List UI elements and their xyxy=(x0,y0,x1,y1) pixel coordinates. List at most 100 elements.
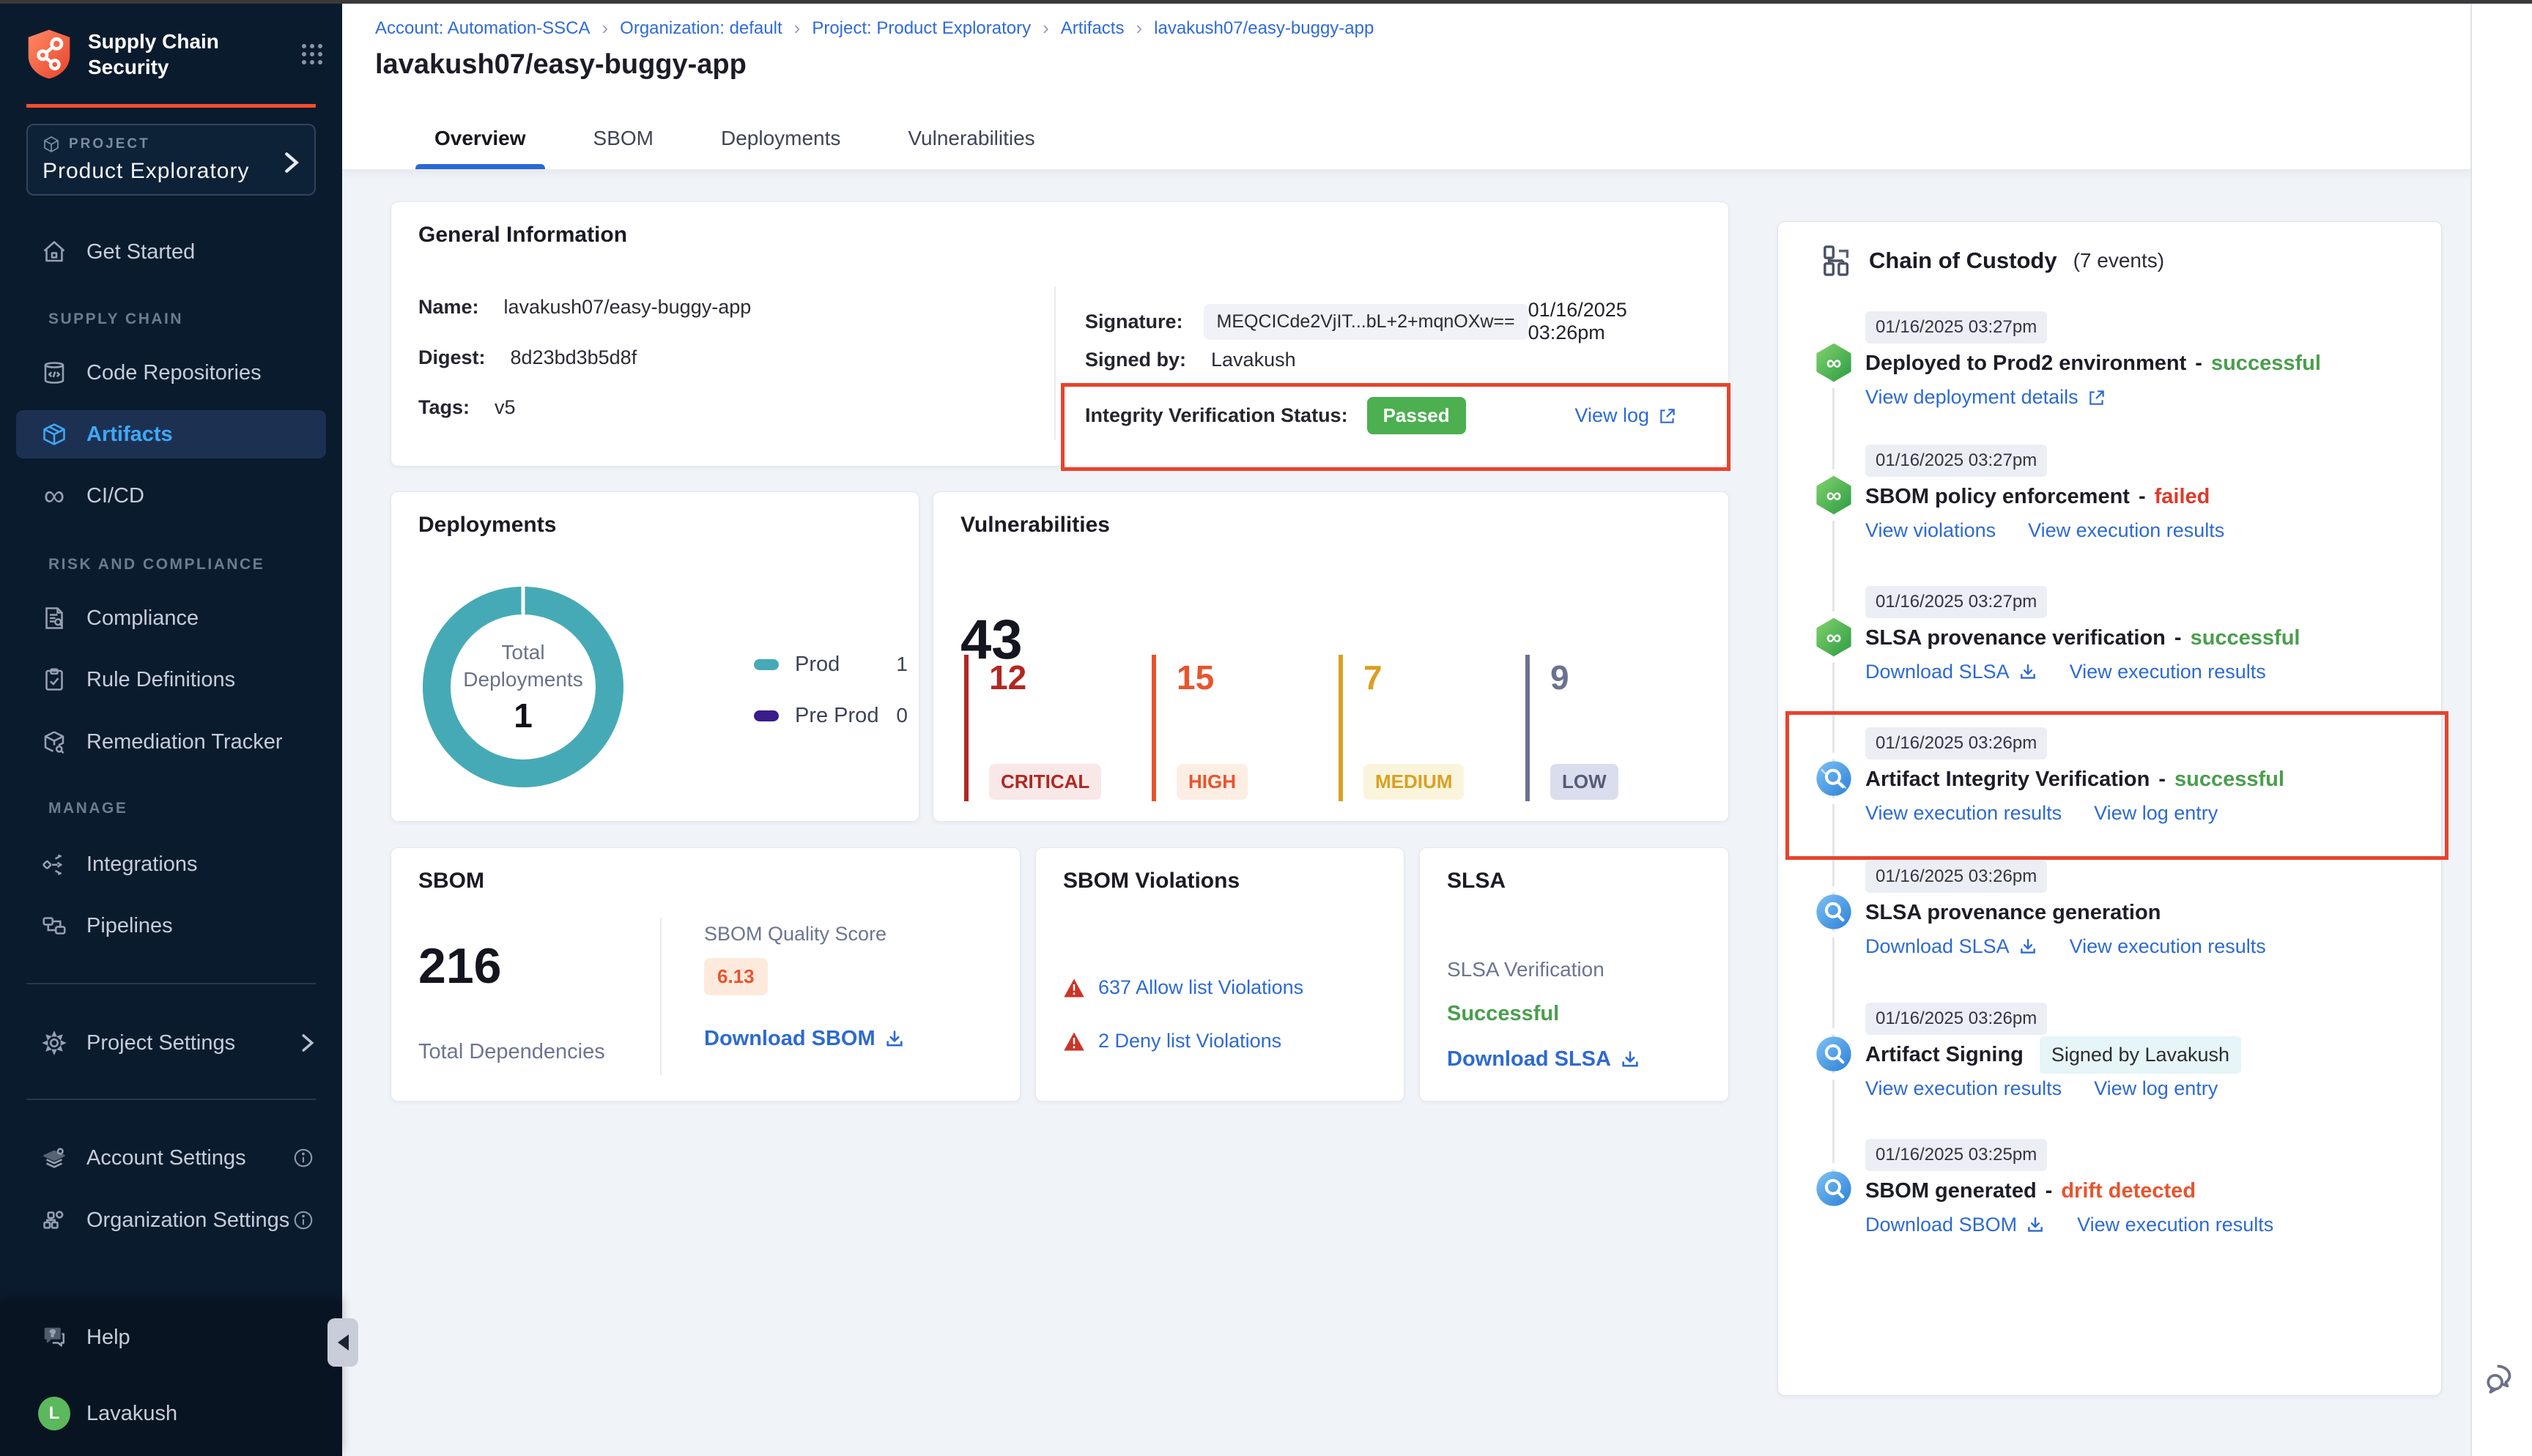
event-timestamp: 01/16/2025 03:27pm xyxy=(1865,445,2047,477)
download-icon xyxy=(884,1029,905,1050)
sidebar: Supply ChainSecurity PROJECT Product Exp… xyxy=(0,0,342,1456)
integrations-icon xyxy=(38,851,70,877)
download-slsa-link[interactable]: Download SLSA xyxy=(1865,661,2037,683)
legend-swatch-pre-prod xyxy=(754,710,779,721)
sidebar-divider xyxy=(26,1099,316,1100)
download-slsa-link[interactable]: Download SLSA xyxy=(1865,935,2037,958)
chain-event-artifact-integrity: 01/16/2025 03:26pm Artifact Integrity Ve… xyxy=(1865,727,2415,825)
tab-overview[interactable]: Overview xyxy=(415,108,545,169)
sidebar-item-label: Pipelines xyxy=(86,914,173,938)
sidebar-item-account-settings[interactable]: Account Settings xyxy=(16,1134,326,1182)
sidebar-item-label: Remediation Tracker xyxy=(86,730,283,754)
chain-title: Chain of Custody xyxy=(1869,248,2057,274)
layers-gear-icon xyxy=(38,1145,70,1171)
deny-list-violations-link[interactable]: 2 Deny list Violations xyxy=(1098,1030,1281,1052)
chat-support-icon[interactable] xyxy=(2484,1360,2520,1397)
sidebar-collapse-handle[interactable] xyxy=(327,1318,358,1367)
field-name: Name: lavakush07/easy-buggy-app xyxy=(418,296,751,319)
tab-sbom[interactable]: SBOM xyxy=(574,108,673,169)
tab-vulnerabilities[interactable]: Vulnerabilities xyxy=(889,108,1054,169)
sidebar-item-cicd[interactable]: ∞ CI/CD xyxy=(16,472,326,520)
signed-by-chip: Signed by Lavakush xyxy=(2040,1036,2241,1074)
chain-event-sbom-generated: 01/16/2025 03:25pm SBOM generated - drif… xyxy=(1865,1139,2415,1236)
event-title: Artifact Integrity Verification - succes… xyxy=(1865,762,2415,796)
sidebar-item-label: Compliance xyxy=(86,606,199,631)
event-status: successful xyxy=(2191,626,2300,650)
chain-event-artifact-signing: 01/16/2025 03:26pm Artifact Signing Sign… xyxy=(1865,1003,2415,1100)
module-grid-icon[interactable] xyxy=(301,43,323,65)
view-deployment-details-link[interactable]: View deployment details xyxy=(1865,386,2106,409)
view-execution-results-link[interactable]: View execution results xyxy=(2077,1214,2273,1236)
download-slsa-link[interactable]: Download SLSA xyxy=(1447,1047,1640,1071)
card-title: SBOM xyxy=(418,869,484,894)
tab-deployments[interactable]: Deployments xyxy=(702,108,859,169)
slsa-verification-label: SLSA Verification xyxy=(1447,958,1604,981)
view-execution-results-link[interactable]: View execution results xyxy=(1865,802,2062,825)
pipelines-icon xyxy=(38,913,70,939)
org-tree-gear-icon xyxy=(38,1207,70,1233)
breadcrumb-artifacts[interactable]: Artifacts xyxy=(1061,18,1125,39)
signature-chip: MEQCICde2VjIT...bL+2+mqnOXw== xyxy=(1204,304,1528,340)
deployments-legend: Prod 1 Pre Prod 0 xyxy=(754,639,908,741)
vertical-divider xyxy=(1054,286,1056,440)
sidebar-item-organization-settings[interactable]: Organization Settings xyxy=(16,1196,326,1244)
allow-list-violations-link[interactable]: 637 Allow list Violations xyxy=(1098,976,1303,999)
breadcrumb-separator: › xyxy=(601,17,608,40)
sidebar-item-label: Project Settings xyxy=(86,1031,235,1055)
sidebar-item-pipelines[interactable]: Pipelines xyxy=(16,902,326,950)
svg-text:?: ? xyxy=(50,1329,55,1339)
view-execution-results-link[interactable]: View execution results xyxy=(2028,519,2224,542)
card-title: SLSA xyxy=(1447,869,1506,894)
view-execution-results-link[interactable]: View execution results xyxy=(2070,935,2266,958)
sidebar-item-get-started[interactable]: Get Started xyxy=(16,228,326,276)
scs-scan-event-icon xyxy=(1814,759,1854,798)
breadcrumb-project[interactable]: Project: Product Exploratory xyxy=(812,18,1031,39)
sidebar-item-integrations[interactable]: Integrations xyxy=(16,840,326,888)
pipeline-event-icon: ∞ xyxy=(1814,475,1854,515)
cube-icon xyxy=(42,135,60,153)
sidebar-item-artifacts[interactable]: Artifacts xyxy=(16,410,326,458)
sidebar-item-project-settings[interactable]: Project Settings xyxy=(16,1019,326,1067)
donut-center-label: Total Deployments xyxy=(457,639,589,693)
sbom-quality-score: 6.13 xyxy=(704,958,768,995)
view-execution-results-link[interactable]: View execution results xyxy=(1865,1077,2062,1100)
breadcrumb-account[interactable]: Account: Automation-SSCA xyxy=(375,18,590,39)
breadcrumb-organization[interactable]: Organization: default xyxy=(620,18,782,39)
view-log-entry-link[interactable]: View log entry xyxy=(2094,1077,2218,1100)
event-status: successful xyxy=(2211,352,2321,376)
download-sbom-link[interactable]: Download SBOM xyxy=(704,1027,905,1051)
status-badge-passed: Passed xyxy=(1367,397,1466,434)
sbom-total: 216 xyxy=(418,937,501,995)
card-title: SBOM Violations xyxy=(1063,869,1240,894)
chain-hierarchy-icon xyxy=(1822,244,1853,278)
sidebar-item-compliance[interactable]: Compliance xyxy=(16,594,326,642)
sidebar-item-rule-definitions[interactable]: Rule Definitions xyxy=(16,655,326,704)
view-log-link[interactable]: View log xyxy=(1574,404,1677,427)
code-repo-icon xyxy=(38,360,70,386)
sidebar-item-code-repositories[interactable]: Code Repositories xyxy=(16,349,326,397)
sidebar-item-label: Get Started xyxy=(86,240,195,264)
sidebar-user[interactable]: L Lavakush xyxy=(16,1389,326,1438)
project-selector[interactable]: PROJECT Product Exploratory xyxy=(26,124,316,196)
sidebar-item-remediation-tracker[interactable]: Remediation Tracker xyxy=(16,718,326,766)
section-label-supply-chain: SUPPLY CHAIN xyxy=(48,311,183,328)
slsa-verification-status: Successful xyxy=(1447,1002,1559,1026)
view-execution-results-link[interactable]: View execution results xyxy=(2070,661,2266,683)
donut-center-total: 1 xyxy=(514,696,533,735)
sidebar-item-label: Rule Definitions xyxy=(86,668,235,692)
event-title: SBOM generated - drift detected xyxy=(1865,1174,2415,1208)
info-icon[interactable] xyxy=(292,1209,314,1231)
download-icon xyxy=(2018,937,2037,957)
app-title: Supply ChainSecurity xyxy=(88,29,219,80)
sidebar-item-label: Artifacts xyxy=(86,423,173,447)
view-log-entry-link[interactable]: View log entry xyxy=(2094,802,2218,825)
sidebar-item-help[interactable]: ? Help xyxy=(16,1313,326,1362)
event-title: SBOM policy enforcement - failed xyxy=(1865,480,2415,513)
slsa-card: SLSA SLSA Verification Successful Downlo… xyxy=(1419,847,1729,1102)
view-violations-link[interactable]: View violations xyxy=(1865,519,1996,542)
info-icon[interactable] xyxy=(292,1147,314,1169)
breadcrumb-current[interactable]: lavakush07/easy-buggy-app xyxy=(1154,18,1374,39)
severity-high: 15 HIGH xyxy=(1152,655,1248,801)
download-sbom-link[interactable]: Download SBOM xyxy=(1865,1214,2045,1236)
sidebar-item-label: Help xyxy=(86,1326,130,1350)
